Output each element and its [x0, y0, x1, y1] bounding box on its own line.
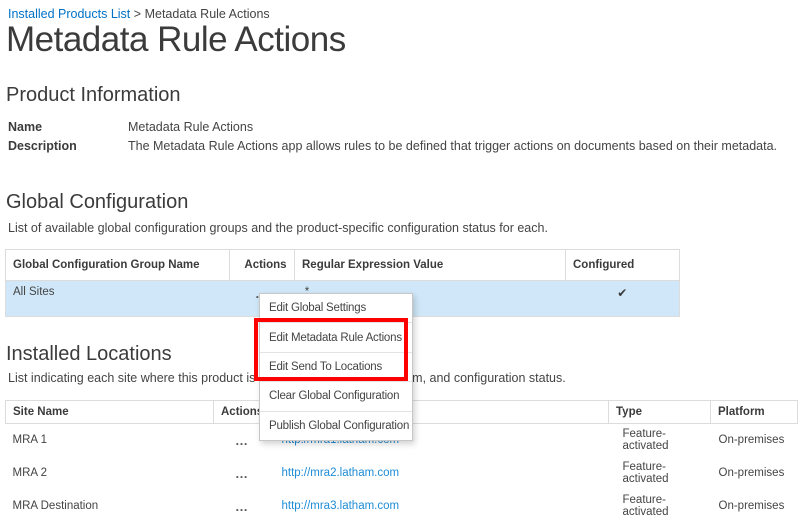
- ellipsis-actions-icon[interactable]: …: [235, 433, 249, 448]
- breadcrumb-current: Metadata Rule Actions: [145, 7, 270, 21]
- product-description-label: Description: [8, 139, 128, 153]
- platform-cell: On-premises: [711, 490, 798, 523]
- product-description-value: The Metadata Rule Actions app allows rul…: [128, 139, 777, 153]
- global-configuration-description: List of available global configuration g…: [8, 221, 548, 235]
- breadcrumb-link-installed-products[interactable]: Installed Products List: [8, 7, 130, 21]
- product-name-row: NameMetadata Rule Actions: [8, 118, 253, 136]
- menu-item-publish-global-configuration[interactable]: Publish Global Configuration: [260, 411, 412, 440]
- type-cell: Feature-activated: [609, 490, 711, 523]
- column-header-configured: Configured: [566, 250, 680, 281]
- type-cell: Feature-activated: [609, 424, 711, 457]
- column-header-platform: Platform: [711, 401, 798, 424]
- menu-item-edit-metadata-rule-actions[interactable]: Edit Metadata Rule Actions: [260, 322, 412, 351]
- site-name-cell: MRA Destination: [6, 490, 214, 523]
- table-row-mra-destination: MRA Destination … http://mra3.latham.com…: [6, 490, 798, 523]
- column-header-regex-value: Regular Expression Value: [295, 250, 566, 281]
- breadcrumb-separator: >: [134, 7, 141, 21]
- site-name-cell: MRA 1: [6, 424, 214, 457]
- product-name-label: Name: [8, 120, 128, 134]
- column-header-type: Type: [609, 401, 711, 424]
- ellipsis-actions-icon[interactable]: …: [235, 466, 249, 481]
- group-name-cell: All Sites: [6, 281, 230, 317]
- menu-item-edit-send-to-locations[interactable]: Edit Send To Locations: [260, 352, 412, 381]
- platform-cell: On-premises: [711, 457, 798, 490]
- product-name-value: Metadata Rule Actions: [128, 120, 253, 134]
- type-cell: Feature-activated: [609, 457, 711, 490]
- global-configuration-header-row: Global Configuration Group Name Actions …: [6, 250, 680, 281]
- installed-locations-heading: Installed Locations: [6, 343, 172, 366]
- installed-locations-description-fragment: rm, and configuration status.: [408, 371, 566, 385]
- ellipsis-actions-icon[interactable]: …: [235, 499, 249, 514]
- product-information-heading: Product Information: [6, 84, 181, 107]
- product-description-row: DescriptionThe Metadata Rule Actions app…: [8, 137, 777, 155]
- breadcrumb: Installed Products List > Metadata Rule …: [8, 7, 270, 21]
- site-url-link[interactable]: http://mra3.latham.com: [282, 500, 400, 512]
- menu-item-clear-global-configuration[interactable]: Clear Global Configuration: [260, 381, 412, 410]
- menu-item-edit-global-settings[interactable]: Edit Global Settings: [260, 294, 412, 322]
- site-name-cell: MRA 2: [6, 457, 214, 490]
- platform-cell: On-premises: [711, 424, 798, 457]
- installed-locations-description: List indicating each site where this pro…: [8, 371, 255, 385]
- column-header-actions: Actions: [230, 250, 295, 281]
- column-header-site-name: Site Name: [6, 401, 214, 424]
- site-url-link[interactable]: http://mra2.latham.com: [282, 467, 400, 479]
- checkmark-icon: ✔: [617, 286, 627, 300]
- global-configuration-heading: Global Configuration: [6, 191, 188, 214]
- table-row-mra2: MRA 2 … http://mra2.latham.com Feature-a…: [6, 457, 798, 490]
- column-header-group-name: Global Configuration Group Name: [6, 250, 230, 281]
- page-title: Metadata Rule Actions: [6, 20, 346, 60]
- actions-context-menu: Edit Global Settings Edit Metadata Rule …: [259, 293, 413, 441]
